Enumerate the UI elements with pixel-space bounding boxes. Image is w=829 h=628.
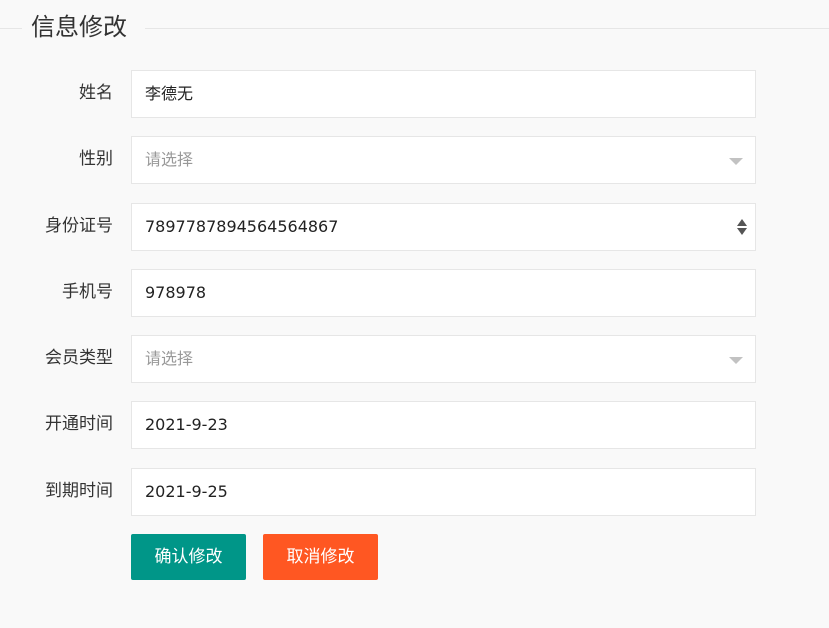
gender-label: 性别 <box>79 149 113 169</box>
fieldset-border-left <box>0 28 22 29</box>
member-type-label: 会员类型 <box>45 348 113 368</box>
spinner-icon[interactable] <box>736 218 748 236</box>
form-row-name: 姓名 李德无 <box>0 70 829 118</box>
chevron-down-icon <box>729 158 743 165</box>
form-row-id-number: 身份证号 7897787894564564867 <box>0 203 829 251</box>
phone-label: 手机号 <box>62 282 113 302</box>
form-row-member-type: 会员类型 请选择 <box>0 335 829 383</box>
cancel-edit-button[interactable]: 取消修改 <box>263 534 378 580</box>
id-number-input[interactable]: 7897787894564564867 <box>131 203 756 251</box>
phone-value: 978978 <box>145 283 207 302</box>
expire-date-value: 2021-9-25 <box>145 482 228 501</box>
name-value: 李德无 <box>145 84 194 103</box>
form-row-expire-date: 到期时间 2021-9-25 <box>0 468 829 516</box>
expire-date-label: 到期时间 <box>45 481 113 501</box>
id-number-label: 身份证号 <box>45 216 113 236</box>
expire-date-input[interactable]: 2021-9-25 <box>131 468 756 516</box>
name-input[interactable]: 李德无 <box>131 70 756 118</box>
gender-select[interactable]: 请选择 <box>131 136 756 184</box>
fieldset-border-right <box>145 28 829 29</box>
form-row-phone: 手机号 978978 <box>0 269 829 317</box>
spinner-down-icon[interactable] <box>737 228 747 235</box>
open-date-label: 开通时间 <box>45 414 113 434</box>
form-row-gender: 性别 请选择 <box>0 136 829 184</box>
form-legend: 信息修改 <box>31 13 127 41</box>
info-edit-form: 信息修改 姓名 李德无 性别 请选择 身份证号 7897787894564564… <box>0 0 829 628</box>
chevron-down-icon <box>729 357 743 364</box>
name-label: 姓名 <box>79 83 113 103</box>
member-type-select[interactable]: 请选择 <box>131 335 756 383</box>
confirm-edit-button[interactable]: 确认修改 <box>131 534 246 580</box>
phone-input[interactable]: 978978 <box>131 269 756 317</box>
spinner-up-icon[interactable] <box>737 219 747 226</box>
member-type-placeholder: 请选择 <box>145 349 194 368</box>
gender-placeholder: 请选择 <box>145 150 194 169</box>
open-date-input[interactable]: 2021-9-23 <box>131 401 756 449</box>
form-row-open-date: 开通时间 2021-9-23 <box>0 401 829 449</box>
open-date-value: 2021-9-23 <box>145 415 228 434</box>
id-number-value: 7897787894564564867 <box>145 217 339 236</box>
